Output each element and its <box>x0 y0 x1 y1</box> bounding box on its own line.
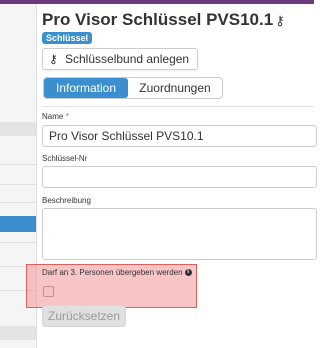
create-keyring-button[interactable]: ⚷ Schlüsselbund anlegen <box>42 48 199 70</box>
share-permission-text: Darf an 3. Personen übergeben werden <box>42 268 183 277</box>
sidebar-divider <box>0 202 36 203</box>
name-label: Name * <box>42 112 69 121</box>
key-number-field[interactable] <box>42 166 317 188</box>
tab-assignments[interactable]: Zuordnungen <box>128 78 222 98</box>
key-icon: ⚷ <box>275 13 285 28</box>
sidebar-divider <box>0 184 36 185</box>
sidebar-divider <box>0 164 36 165</box>
name-field[interactable]: Pro Visor Schlüssel PVS10.1 <box>42 125 317 147</box>
description-label: Beschreibung <box>42 196 91 205</box>
share-permission-checkbox[interactable] <box>43 286 54 297</box>
page-title: Pro Visor Schlüssel PVS10.1 ⚷ <box>42 10 285 30</box>
section-divider <box>42 106 314 107</box>
sidebar-divider <box>0 242 36 243</box>
key-number-label: Schlüssel-Nr <box>42 154 88 163</box>
keyring-icon: ⚷ <box>49 52 58 66</box>
reset-button[interactable]: Zurücksetzen <box>42 305 126 327</box>
share-permission-label: Darf an 3. Personen übergeben werden i <box>42 268 192 277</box>
name-label-text: Name <box>42 112 64 121</box>
page-title-text: Pro Visor Schlüssel PVS10.1 <box>42 10 274 29</box>
description-field[interactable] <box>42 208 317 260</box>
create-keyring-label: Schlüsselbund anlegen <box>65 52 190 66</box>
type-badge: Schlüssel <box>42 32 93 44</box>
tab-information[interactable]: Information <box>44 78 128 98</box>
sidebar-item[interactable] <box>0 122 36 136</box>
sidebar-item[interactable] <box>0 326 36 340</box>
sidebar-item-active[interactable] <box>0 216 36 232</box>
info-icon[interactable]: i <box>184 269 192 277</box>
main-content: Pro Visor Schlüssel PVS10.1 ⚷ Schlüssel ⚷… <box>26 4 317 348</box>
required-marker: * <box>65 112 69 121</box>
tab-bar: Information Zuordnungen <box>43 77 223 99</box>
